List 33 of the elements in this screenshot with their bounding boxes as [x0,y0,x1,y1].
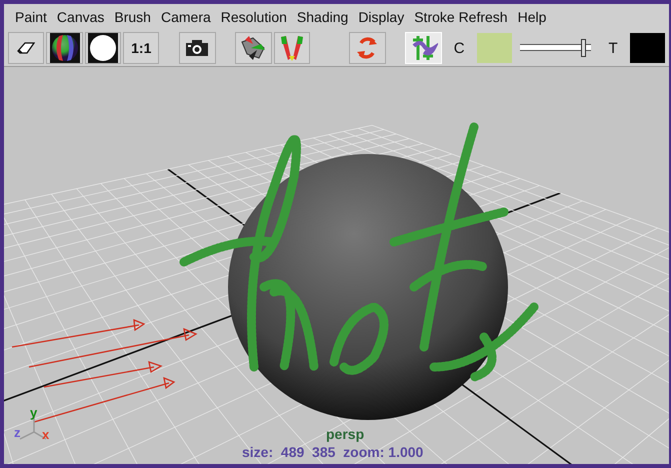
camera-button[interactable] [179,32,216,64]
menu-item[interactable]: Display [353,9,410,25]
color-swatch[interactable] [630,33,666,63]
shaded-sphere-button[interactable] [46,32,83,64]
refresh-button[interactable] [349,32,386,64]
menu-item[interactable]: Paint [10,9,52,25]
axis-label: z [14,425,20,440]
status-readout: size: 489 385 zoom: 1.000 [242,444,424,460]
paint-brushes-icon [239,34,268,62]
camera-icon [185,39,210,57]
circle-button[interactable] [84,32,122,64]
eraser-icon [17,41,36,55]
menu-item[interactable]: Shading [292,9,354,25]
camera-name-label: persp [326,426,364,442]
swatch-label: T [608,40,619,56]
eraser-button[interactable] [8,32,44,64]
menu-item[interactable]: Camera [156,9,216,25]
menu-item[interactable]: Stroke Refresh [409,9,513,25]
circle-icon [88,33,118,63]
menu-item[interactable]: Help [512,9,552,25]
menu-item[interactable]: Brush [109,9,156,25]
ratio-button[interactable]: 1:1 [123,32,160,64]
color-swatch[interactable] [476,33,512,63]
refresh-icon [355,35,380,61]
brushes-button[interactable] [235,32,272,64]
slider-thumb[interactable] [581,39,586,57]
shaded-sphere-icon [50,33,80,63]
menu-item[interactable]: Resolution [216,9,292,25]
axis-label: y [30,405,38,420]
axis-label: x [42,427,50,442]
menu-item[interactable]: Canvas [52,9,110,25]
wrap-toggle-button[interactable] [405,32,442,64]
swatch-label: C [452,40,466,56]
